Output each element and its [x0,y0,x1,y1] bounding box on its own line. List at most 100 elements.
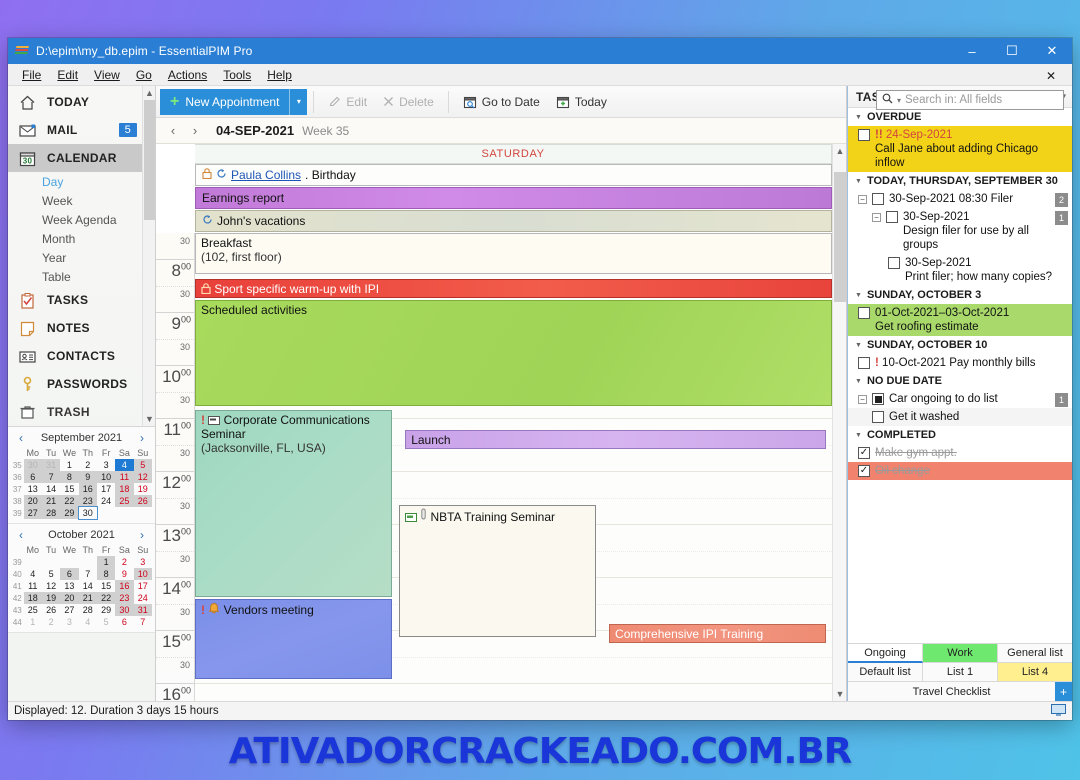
mini-day-cell[interactable]: 20 [23,495,42,507]
task-group-header[interactable]: ▼ COMPLETED [848,426,1072,444]
event-canvas[interactable]: Breakfast (102, first floor) Sport specif… [195,233,832,701]
task-checkbox[interactable]: ✓ [858,447,870,459]
mini-day-cell[interactable]: 23 [115,592,134,604]
all-day-event[interactable]: Earnings report [195,187,832,209]
task-checkbox[interactable] [872,193,884,205]
task-checkbox[interactable] [888,257,900,269]
task-item[interactable]: − Car ongoing to do list 1 [848,390,1072,408]
mini-day-cell[interactable]: 26 [133,495,152,507]
calendar-event[interactable]: Scheduled activities [195,300,832,406]
calendar-event[interactable]: Comprehensive IPI Training [609,624,826,643]
sidebar-item-contacts[interactable]: CONTACTS [8,342,155,370]
mini-day-cell[interactable]: 23 [78,495,97,507]
mini-day-cell[interactable]: 4 [24,568,42,580]
sidebar-item-notes[interactable]: NOTES [8,314,155,342]
event-link[interactable]: Paula Collins [231,168,301,182]
sidebar-scrollbar[interactable]: ▲ ▼ [142,86,155,426]
today-button[interactable]: Today [548,89,615,115]
mini-day-cell[interactable]: 29 [97,604,115,616]
task-list-tab[interactable]: List 1 [923,663,998,682]
sidebar-item-today[interactable]: TODAY [8,88,155,116]
mini-day-cell[interactable]: 4 [115,459,134,471]
mini-day-cell[interactable]: 15 [60,483,78,495]
menu-edit[interactable]: Edit [49,66,86,84]
mini-day-cell[interactable] [134,507,152,519]
mini-day-cell[interactable]: 28 [79,604,97,616]
mini-day-cell[interactable]: 10 [96,471,116,483]
calendar-event[interactable]: ! Corporate Communications Seminar (Jacks… [195,410,393,597]
task-list-tab[interactable]: List 4 [998,663,1072,682]
task-list-travel-checklist[interactable]: Travel Checklist [848,682,1055,701]
sidebar-subitem-month[interactable]: Month [8,229,155,248]
menu-help[interactable]: Help [259,66,300,84]
mini-day-cell[interactable]: 22 [60,495,79,507]
calendar-scroll-thumb[interactable] [834,172,846,302]
mini-day-cell[interactable] [97,507,115,519]
mini-day-cell[interactable]: 14 [42,483,60,495]
calendar-scroll-up-icon[interactable]: ▲ [833,144,847,158]
calendar-event[interactable]: NBTA Training Seminar [398,505,597,637]
go-to-date-button[interactable]: Go to Date [455,89,548,115]
menu-actions[interactable]: Actions [160,66,215,84]
all-day-event[interactable]: John's vacations [195,210,832,232]
search-input[interactable]: Search in: All fields [905,94,1002,106]
sidebar-subitem-day[interactable]: Day [8,172,155,191]
mini-day-cell[interactable]: 1 [60,459,78,471]
task-item[interactable]: ✓ Make gym appt. [848,444,1072,462]
mini-day-cell[interactable]: 7 [79,568,97,580]
menu-view[interactable]: View [86,66,128,84]
sidebar-item-passwords[interactable]: PASSWORDS [8,370,155,398]
mini-day-cell[interactable]: 31 [41,459,61,471]
task-checkbox[interactable] [858,307,870,319]
scroll-down-icon[interactable]: ▼ [143,412,156,426]
mini-day-cell[interactable]: 6 [23,471,42,483]
mini-day-cell[interactable]: 1 [24,616,42,628]
sidebar-scroll-thumb[interactable] [144,100,155,220]
prev-day-icon[interactable]: ‹ [166,123,180,138]
calendar-scrollbar[interactable]: ▲ ▼ [832,144,846,701]
mini-day-cell[interactable]: 6 [60,568,79,580]
mini-day-cell[interactable] [60,556,78,568]
menu-file[interactable]: File [14,66,49,84]
task-checkbox[interactable] [858,129,870,141]
task-checkbox[interactable] [872,393,884,405]
mini-day-cell[interactable]: 19 [134,483,152,495]
sidebar-item-tasks[interactable]: TASKS [8,286,155,314]
mini-day-cell[interactable]: 27 [60,604,78,616]
task-checkbox[interactable] [886,211,898,223]
calendar-event[interactable]: ! Vendors meeting [195,599,393,679]
mini-day-cell[interactable]: 26 [42,604,60,616]
mini-day-cell[interactable]: 4 [79,616,97,628]
task-list-tab[interactable]: Work [923,644,998,663]
mini-day-cell[interactable]: 5 [42,568,60,580]
task-group-header[interactable]: ▼ NO DUE DATE [848,372,1072,390]
task-expander[interactable]: − [872,213,881,222]
mini-day-cell[interactable]: 8 [60,471,79,483]
mini-day-cell[interactable]: 10 [133,568,152,580]
scroll-up-icon[interactable]: ▲ [143,86,156,100]
mini-day-cell[interactable]: 18 [115,483,134,495]
sidebar-subitem-table[interactable]: Table [8,267,155,286]
mini-day-cell[interactable]: 25 [115,495,134,507]
mini-prev-icon-2[interactable]: ‹ [15,528,27,542]
mini-day-cell[interactable]: 24 [134,592,152,604]
mini-day-cell[interactable]: 13 [60,580,78,592]
sidebar-item-mail[interactable]: MAIL 5 [8,116,155,144]
mini-day-cell[interactable]: 14 [79,580,97,592]
mini-day-cell[interactable]: 30 [77,506,98,520]
task-item[interactable]: 01-Oct-2021–03-Oct-2021 Get roofing estim… [848,304,1072,336]
new-appointment-dropdown[interactable]: ▾ [289,88,308,115]
maximize-button[interactable]: ☐ [992,38,1032,64]
mini-day-cell[interactable]: 19 [41,592,61,604]
mini-day-cell[interactable]: 9 [115,568,133,580]
delete-button[interactable]: Delete [375,89,442,115]
mini-day-cell[interactable]: 24 [97,495,115,507]
sidebar-subitem-week[interactable]: Week [8,191,155,210]
close-button[interactable]: ✕ [1032,38,1072,64]
mini-day-cell[interactable]: 5 [133,459,152,471]
mini-day-cell[interactable] [115,507,133,519]
mini-day-cell[interactable]: 5 [97,616,115,628]
menu-tools[interactable]: Tools [215,66,259,84]
close-document-icon[interactable]: ✕ [1038,67,1064,85]
task-group-header[interactable]: ▼ OVERDUE [848,108,1072,126]
